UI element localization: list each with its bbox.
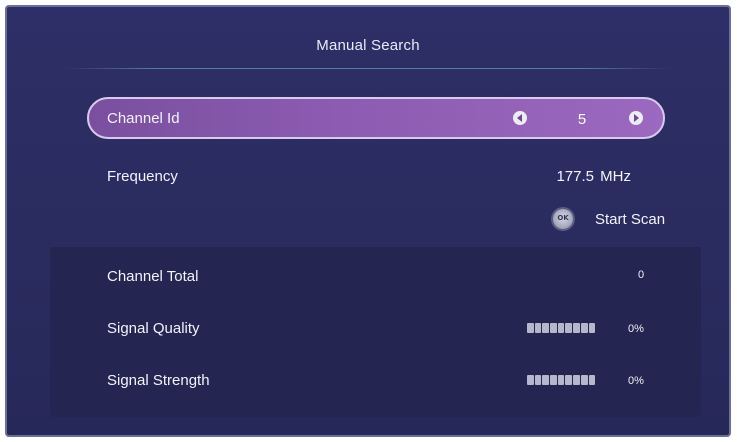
- manual-search-dialog: Manual Search Channel Id 5 Frequency 177…: [5, 5, 731, 437]
- channel-total-value: 0: [638, 269, 645, 281]
- channel-total-label: Channel Total: [107, 268, 199, 285]
- frequency-label: Frequency: [107, 168, 178, 185]
- signal-strength-label: Signal Strength: [107, 372, 210, 389]
- start-scan-button[interactable]: Start Scan: [595, 211, 665, 228]
- signal-strength-value: 0%: [628, 375, 644, 387]
- signal-quality-value: 0%: [628, 323, 644, 335]
- dialog-title: Manual Search: [316, 37, 420, 54]
- channel-id-value: 5: [577, 111, 587, 128]
- title-divider: [63, 68, 673, 69]
- frequency-value[interactable]: 177.5 MHz: [556, 168, 631, 185]
- signal-info-panel: Channel Total 0 Signal Quality 0% Signal…: [50, 247, 701, 417]
- channel-id-label: Channel Id: [107, 110, 180, 127]
- channel-id-row[interactable]: Channel Id 5: [87, 97, 665, 139]
- left-arrow-icon[interactable]: [513, 111, 527, 125]
- signal-quality-bar: [527, 323, 597, 333]
- ok-button-icon[interactable]: OK: [553, 209, 573, 229]
- signal-quality-label: Signal Quality: [107, 320, 200, 337]
- right-arrow-icon[interactable]: [629, 111, 643, 125]
- ok-icon-text: OK: [557, 214, 569, 222]
- signal-strength-bar: [527, 375, 597, 385]
